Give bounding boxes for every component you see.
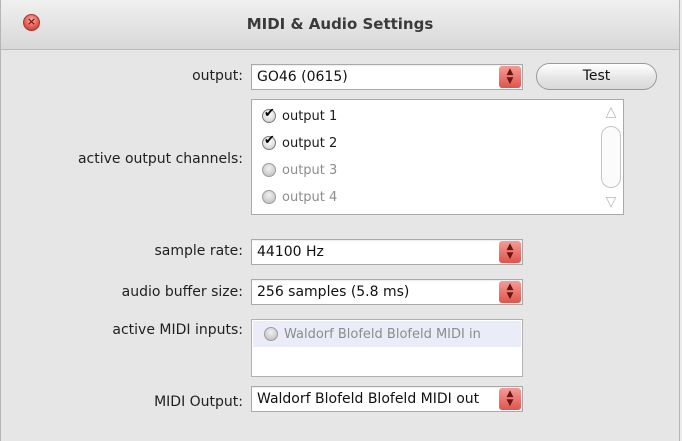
output-select[interactable]: GO46 (0615) ▲ ▼ <box>251 64 523 90</box>
updown-arrows-icon: ▲ ▼ <box>499 66 521 88</box>
checkbox-icon <box>262 190 276 204</box>
list-item-label: output 4 <box>282 189 338 205</box>
midi-output-select[interactable]: Waldorf Blofeld Blofeld MIDI out ▲ ▼ <box>251 386 523 412</box>
list-item-output-4: output 4 <box>262 186 337 208</box>
triangle-up-icon[interactable]: △ <box>601 104 621 120</box>
checkbox-icon <box>264 327 278 341</box>
triangle-down-icon[interactable]: ▽ <box>601 194 621 210</box>
window-title: MIDI & Audio Settings <box>246 15 434 33</box>
sample-rate-label: sample rate: <box>154 243 243 259</box>
updown-arrows-icon: ▲ ▼ <box>499 388 521 410</box>
test-button[interactable]: Test <box>536 63 657 90</box>
list-item-label: output 2 <box>282 135 338 151</box>
checkbox-icon <box>262 163 276 177</box>
updown-arrows-icon: ▲ ▼ <box>499 241 521 263</box>
list-item-output-1[interactable]: output 1 <box>262 105 337 127</box>
list-item-label: output 3 <box>282 162 338 178</box>
midi-output-value: Waldorf Blofeld Blofeld MIDI out <box>257 391 480 407</box>
buffer-size-select[interactable]: 256 samples (5.8 ms) ▲ ▼ <box>251 279 523 305</box>
settings-window: × MIDI & Audio Settings output: GO46 (06… <box>0 0 680 441</box>
midi-output-label: MIDI Output: <box>154 394 243 410</box>
channels-label: active output channels: <box>77 151 243 167</box>
buffer-size-label: audio buffer size: <box>121 284 243 300</box>
output-value: GO46 (0615) <box>257 69 348 85</box>
output-label: output: <box>192 68 243 84</box>
midi-inputs-label: active MIDI inputs: <box>112 322 243 338</box>
sample-rate-value: 44100 Hz <box>257 244 324 260</box>
buffer-size-value: 256 samples (5.8 ms) <box>257 284 410 300</box>
list-item-output-3: output 3 <box>262 159 337 181</box>
list-item-label: Waldorf Blofeld Blofeld MIDI in <box>284 326 481 342</box>
scrollbar-thumb[interactable] <box>601 126 621 188</box>
list-item-midi-in: Waldorf Blofeld Blofeld MIDI in <box>253 321 521 347</box>
list-item-output-2[interactable]: output 2 <box>262 132 337 154</box>
updown-arrows-icon: ▲ ▼ <box>499 281 521 303</box>
title-bar[interactable]: × MIDI & Audio Settings <box>1 0 679 50</box>
list-item-label: output 1 <box>282 108 338 124</box>
output-channels-list[interactable]: output 1 output 2 output 3 output 4 △ ▽ <box>251 99 624 215</box>
checkmark-icon[interactable] <box>262 106 276 123</box>
sample-rate-select[interactable]: 44100 Hz ▲ ▼ <box>251 239 523 265</box>
midi-inputs-list[interactable]: Waldorf Blofeld Blofeld MIDI in <box>251 319 523 377</box>
checkmark-icon[interactable] <box>262 133 276 150</box>
